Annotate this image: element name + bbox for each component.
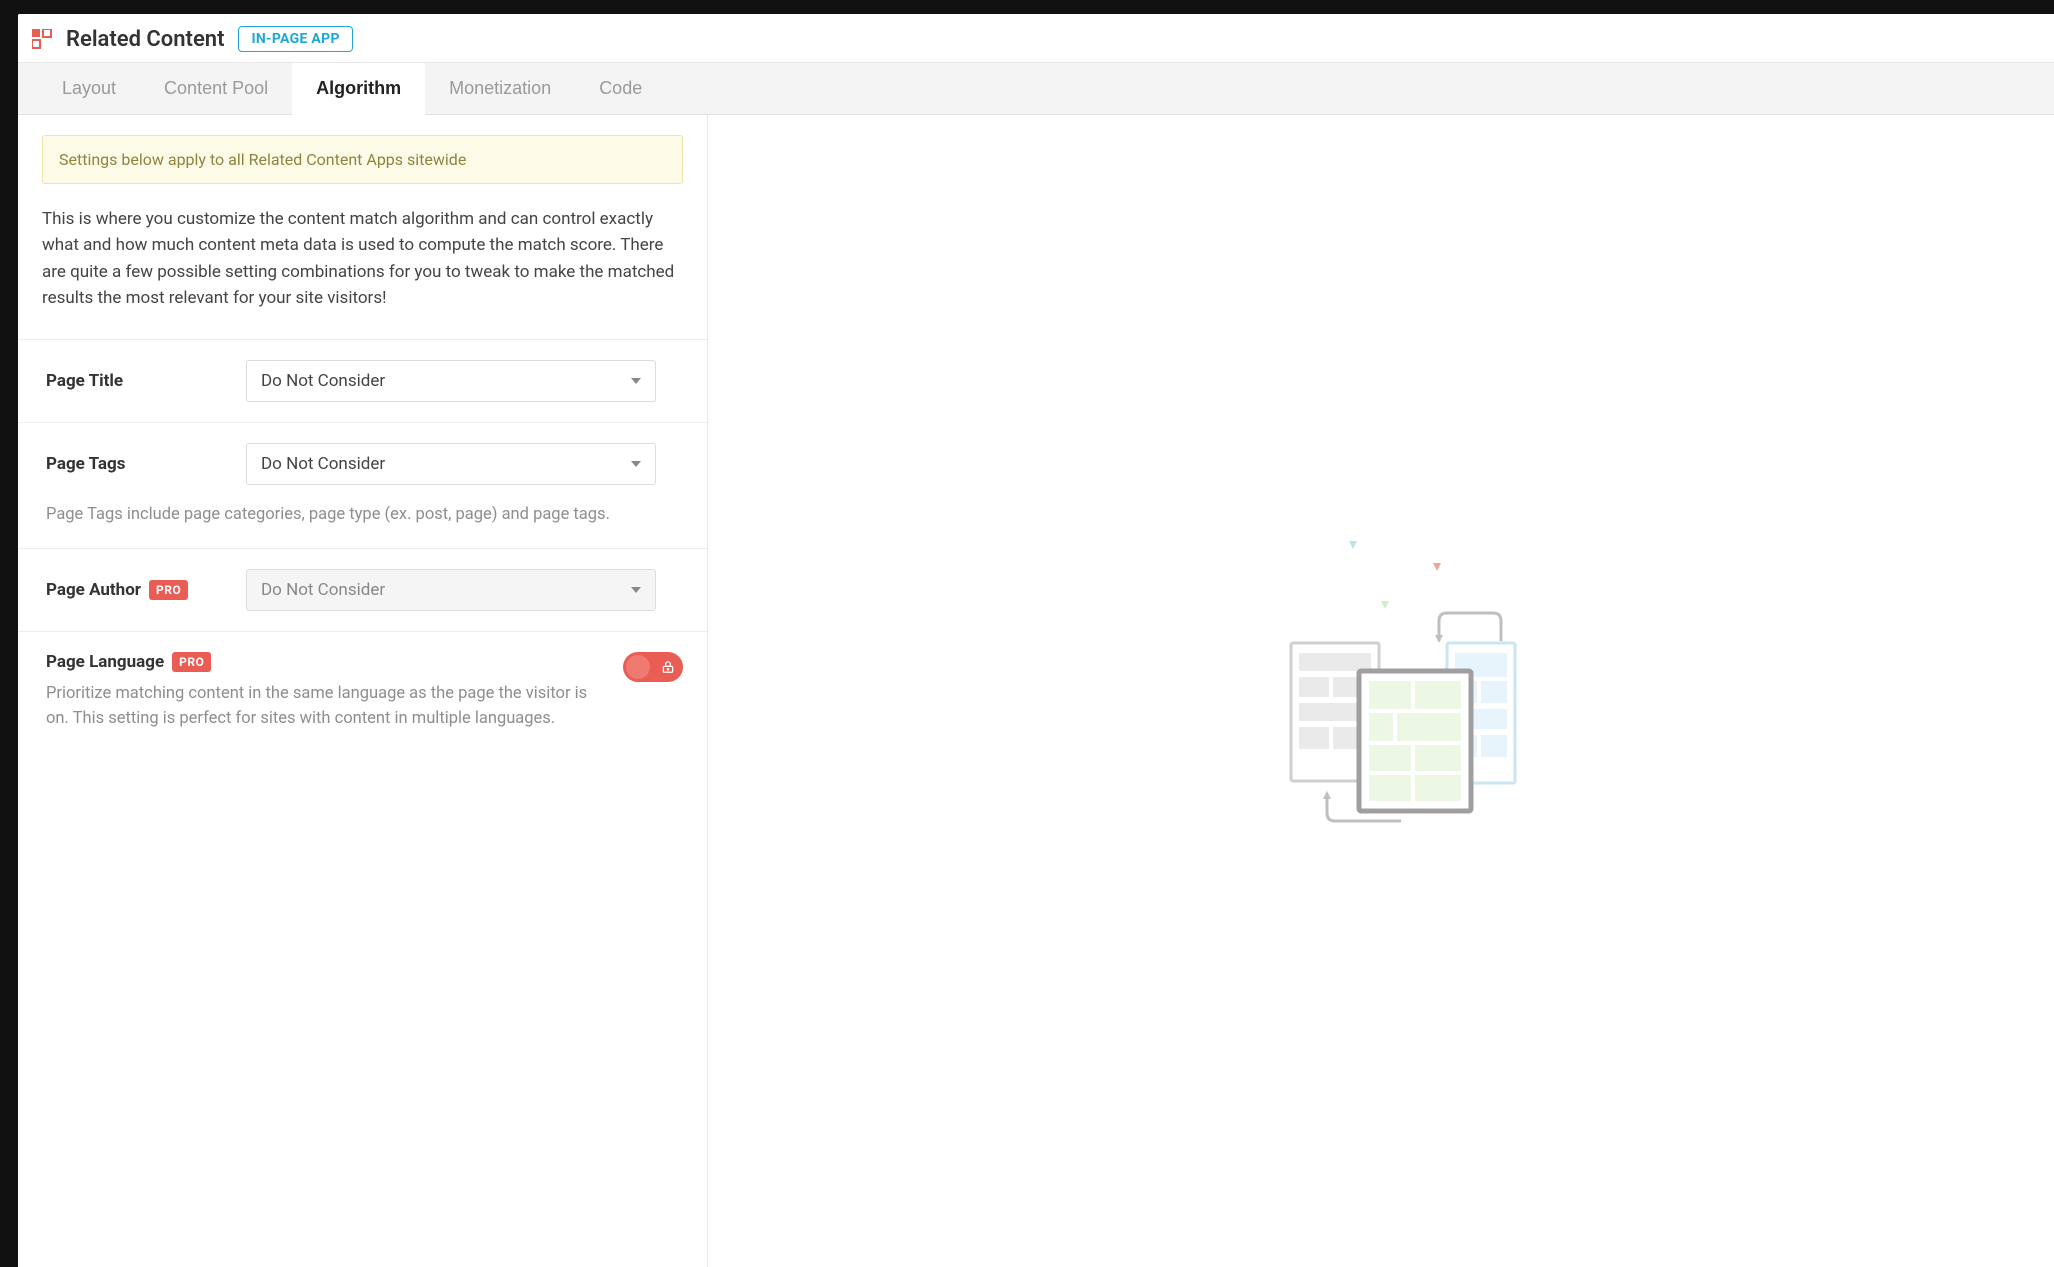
select-page-author-value: Do Not Consider (261, 580, 385, 600)
settings-panel: Settings below apply to all Related Cont… (18, 115, 708, 1267)
page-title: Related Content (66, 27, 224, 52)
chevron-down-icon (631, 378, 641, 384)
field-page-author: Page Author PRO Do Not Consider (18, 549, 707, 632)
tab-code[interactable]: Code (575, 63, 666, 114)
select-page-tags[interactable]: Do Not Consider (246, 443, 656, 485)
field-page-tags: Page Tags Do Not Consider Page Tags incl… (18, 423, 707, 549)
pro-badge: PRO (172, 652, 211, 672)
label-page-title: Page Title (46, 371, 226, 391)
tab-monetization[interactable]: Monetization (425, 63, 575, 114)
in-page-app-badge: IN-PAGE APP (238, 26, 352, 52)
pro-badge: PRO (149, 580, 188, 600)
tab-content-pool[interactable]: Content Pool (140, 63, 292, 114)
shuffle-illustration-icon (1241, 521, 1521, 861)
help-page-language: Prioritize matching content in the same … (46, 682, 603, 732)
label-page-tags: Page Tags (46, 454, 226, 474)
toggle-knob (626, 655, 650, 679)
header: Related Content IN-PAGE APP (18, 14, 2054, 63)
intro-text: This is where you customize the content … (18, 184, 707, 340)
body-split: Settings below apply to all Related Cont… (18, 115, 2054, 1267)
help-page-tags: Page Tags include page categories, page … (46, 503, 683, 528)
tab-algorithm[interactable]: Algorithm (292, 63, 425, 115)
related-content-app-icon (32, 29, 52, 49)
app-frame: Related Content IN-PAGE APP Layout Conte… (18, 14, 2054, 1267)
tabs-bar: Layout Content Pool Algorithm Monetizati… (18, 63, 2054, 115)
field-page-title: Page Title Do Not Consider (18, 340, 707, 423)
field-page-language: Page Language PRO Prioritize matching co… (18, 632, 707, 752)
select-page-author[interactable]: Do Not Consider (246, 569, 656, 611)
select-page-title-value: Do Not Consider (261, 371, 385, 391)
toggle-page-language[interactable] (623, 652, 683, 682)
sitewide-notice: Settings below apply to all Related Cont… (42, 135, 683, 184)
label-page-author: Page Author PRO (46, 580, 226, 600)
preview-pane (708, 115, 2054, 1267)
tab-layout[interactable]: Layout (38, 63, 140, 114)
chevron-down-icon (631, 461, 641, 467)
lock-icon (661, 660, 675, 674)
select-page-tags-value: Do Not Consider (261, 454, 385, 474)
label-page-language: Page Language PRO (46, 652, 603, 672)
select-page-title[interactable]: Do Not Consider (246, 360, 656, 402)
chevron-down-icon (631, 587, 641, 593)
